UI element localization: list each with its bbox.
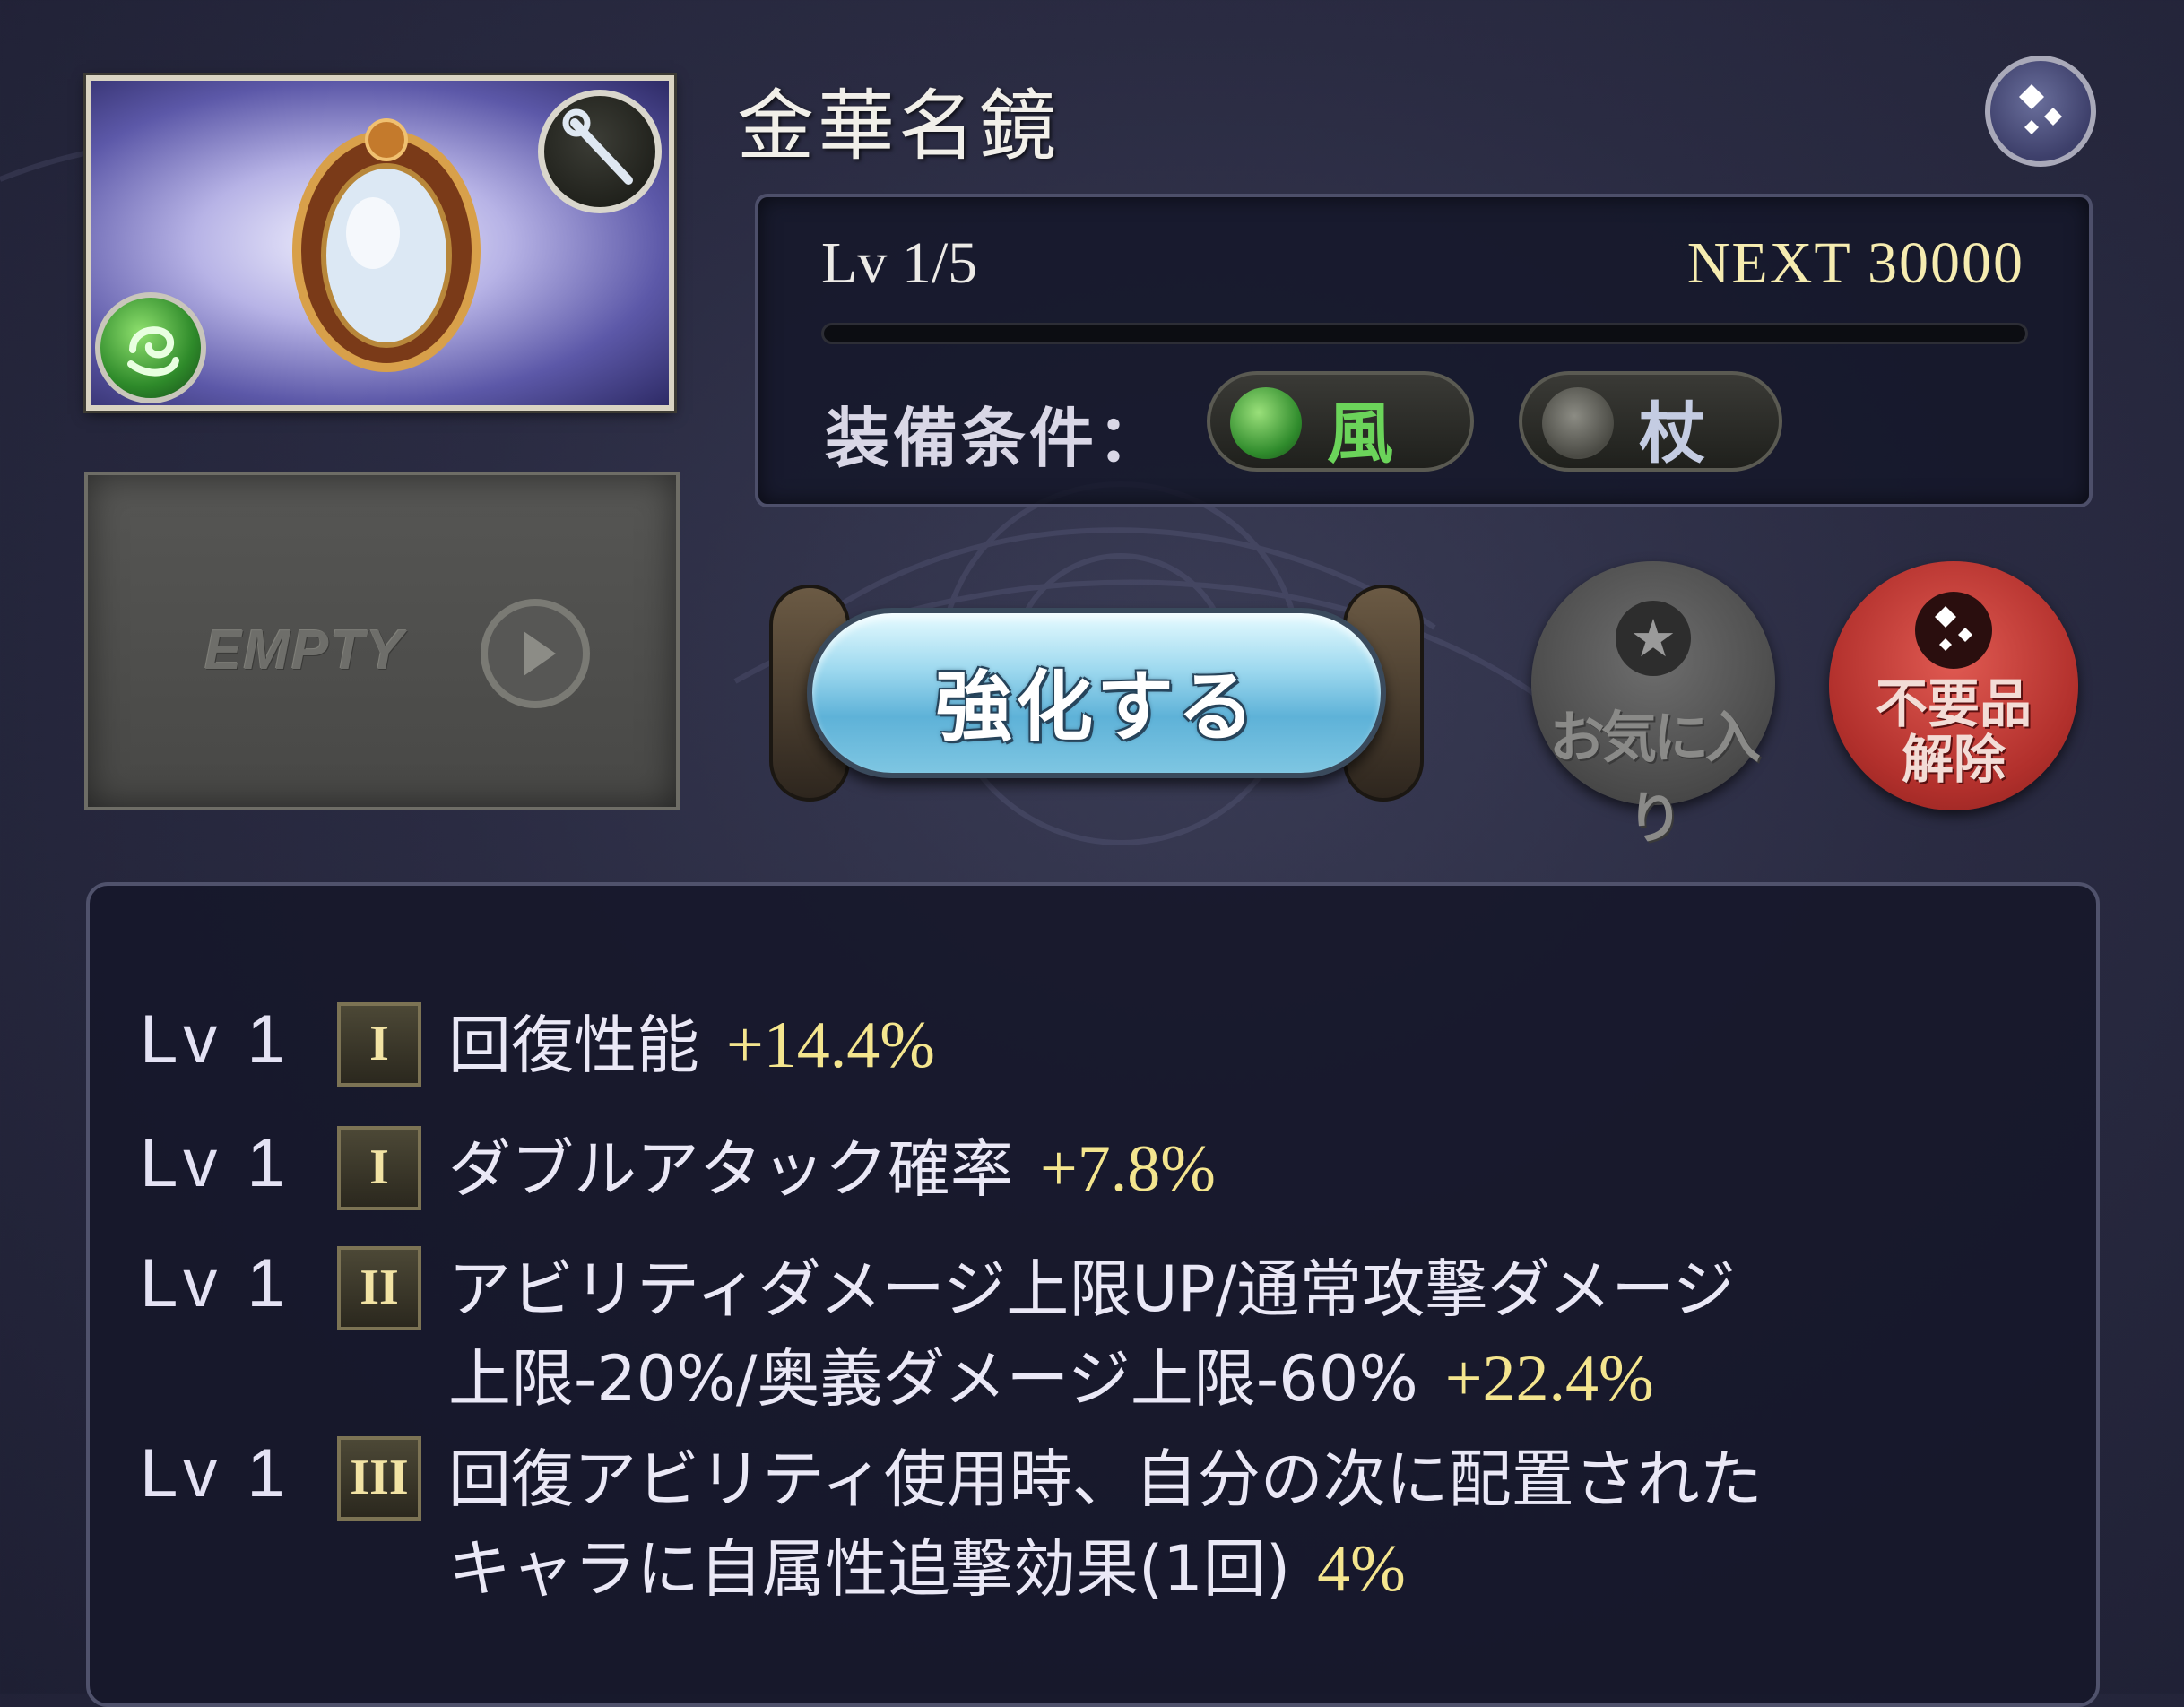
element-text: 風 (1327, 395, 1393, 472)
discard-button[interactable]: 不要品 解除 (1829, 561, 2078, 810)
discard-label: 不要品 解除 (1829, 676, 2078, 787)
skill-name-line1: アビリティダメージ上限UP/通常攻撃ダメージ (448, 1252, 1736, 1326)
gem-icon-button[interactable] (1985, 56, 2096, 167)
item-card[interactable] (86, 75, 674, 411)
tier-badge: I (337, 1002, 421, 1087)
favorite-label: お気に入り (1548, 705, 1761, 851)
item-name: 金華名鏡 (737, 82, 1060, 171)
empty-slot[interactable]: EMPTY (84, 472, 680, 810)
equip-condition-weapon: 杖 (1519, 371, 1782, 472)
weapon-text: 杖 (1639, 395, 1705, 472)
star-icon: ★ (1616, 601, 1691, 676)
level-text: Lv 1/5 (821, 230, 978, 296)
empty-label: EMPTY (204, 620, 405, 681)
skill-level: Lv 1 (140, 1245, 290, 1321)
skill-value: 4% (1317, 1532, 1406, 1606)
skill-description: 回復性能 +14.4% (448, 1001, 2044, 1090)
skill-level: Lv 1 (140, 1125, 290, 1201)
upgrade-button[interactable]: 強化する (769, 585, 1424, 802)
skill-name: 回復性能 (448, 1009, 699, 1082)
tier-badge: III (337, 1436, 421, 1521)
discard-label-line2: 解除 (1901, 729, 2006, 790)
skill-value: +22.4% (1444, 1342, 1654, 1416)
next-exp-text: NEXT 30000 (1686, 230, 2024, 296)
skill-name: ダブルアタック確率 (448, 1132, 1013, 1206)
favorite-button[interactable]: ★ お気に入り (1531, 561, 1775, 851)
wind-icon (1230, 387, 1302, 459)
skills-panel: Lv 1 I 回復性能 +14.4% Lv 1 I ダブルアタック確率 +7.8% … (86, 882, 2100, 1707)
equip-conditions-label: 装備条件： (825, 401, 1166, 476)
equip-condition-element: 風 (1207, 371, 1474, 472)
skill-value: +7.8% (1040, 1132, 1216, 1206)
skill-name-line1: 回復アビリティ使用時、自分の次に配置された (448, 1443, 1763, 1516)
exp-bar (821, 323, 2028, 344)
skill-description: ダブルアタック確率 +7.8% (448, 1124, 2044, 1214)
skill-level: Lv 1 (140, 1435, 290, 1512)
discard-label-line1: 不要品 (1875, 673, 2032, 734)
skill-name-line2: キャラに自属性追撃効果(1回) (448, 1532, 1291, 1606)
wind-element-icon (95, 292, 206, 403)
mirror-art (292, 118, 481, 372)
level-panel: Lv 1/5 NEXT 30000 装備条件： 風 杖 (755, 194, 2093, 507)
skill-description: アビリティダメージ上限UP/通常攻撃ダメージ 上限-20%/奥義ダメージ上限-6… (448, 1244, 2044, 1424)
staff-small-icon (1542, 387, 1614, 459)
upgrade-label: 強化する (935, 663, 1258, 752)
skill-description: 回復アビリティ使用時、自分の次に配置された キャラに自属性追撃効果(1回) 4% (448, 1434, 2044, 1614)
skill-name-line2: 上限-20%/奥義ダメージ上限-60% (448, 1342, 1418, 1416)
gem-icon (1915, 592, 1992, 669)
skill-value: +14.4% (726, 1009, 935, 1082)
tier-badge: I (337, 1126, 421, 1210)
staff-icon (538, 90, 662, 213)
play-icon (481, 599, 590, 708)
skill-level: Lv 1 (140, 1001, 290, 1078)
tier-badge: II (337, 1246, 421, 1330)
